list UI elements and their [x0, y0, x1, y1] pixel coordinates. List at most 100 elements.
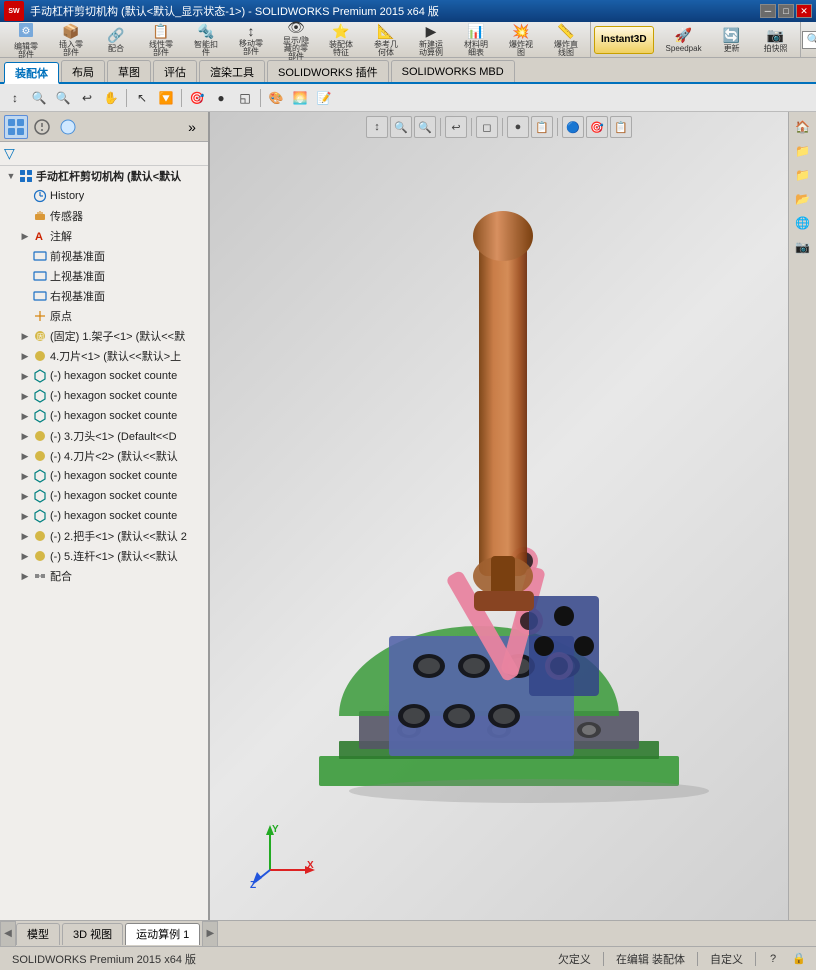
feature-tree-button[interactable] [4, 115, 28, 139]
expand-icon-blade2[interactable]: ▶ [18, 449, 32, 463]
tab-layout[interactable]: 布局 [61, 60, 105, 82]
view-home-button[interactable]: 🏠 [792, 116, 814, 138]
tree-mate[interactable]: ▶ 配合 [0, 566, 208, 586]
tree-frame[interactable]: ▶ 固 (固定) 1.架子<1> (默认<<默 [0, 326, 208, 346]
expand-icon-knife-head[interactable]: ▶ [18, 429, 32, 443]
linear-part-button[interactable]: 📋 线性零部件 [139, 24, 183, 56]
property-button[interactable] [30, 115, 54, 139]
zoom-in-button[interactable]: 🔍 [28, 87, 50, 109]
tree-hex6[interactable]: ▶ (-) hexagon socket counte [0, 506, 208, 526]
tab-solidworks-mbd[interactable]: SOLIDWORKS MBD [391, 60, 515, 82]
tab-render[interactable]: 渲染工具 [199, 60, 265, 82]
status-lock-button[interactable]: 🔒 [790, 950, 808, 968]
annotation-button[interactable]: 📝 [313, 87, 335, 109]
move-part-button[interactable]: ↕ 移动零部件 [229, 24, 273, 56]
zoom-to-fit-button[interactable]: ↕ [4, 87, 26, 109]
reference-geo-button[interactable]: 📐 参考几何体 [364, 24, 408, 56]
tree-hex1[interactable]: ▶ (-) hexagon socket counte [0, 366, 208, 386]
instant3d-button[interactable]: Instant3D [594, 26, 654, 54]
expand-icon-handle[interactable]: ▶ [18, 529, 32, 543]
expand-icon-frame[interactable]: ▶ [18, 329, 32, 343]
view-globe-button[interactable]: 🌐 [792, 212, 814, 234]
tree-top-plane[interactable]: 上视基准面 [0, 266, 208, 286]
rotate-button[interactable]: ↩ [76, 87, 98, 109]
view-orient-button[interactable]: 🎯 [186, 87, 208, 109]
view-folder3-button[interactable]: 📂 [792, 188, 814, 210]
origin-icon [32, 308, 48, 324]
minimize-button[interactable]: ─ [760, 4, 776, 18]
search-bar[interactable]: 🔍 [802, 31, 816, 49]
display-button[interactable]: ● [210, 87, 232, 109]
explode-line-button[interactable]: 📏 爆炸直线图 [544, 24, 588, 56]
expand-icon-hex1[interactable]: ▶ [18, 369, 32, 383]
tab-model[interactable]: 模型 [16, 923, 60, 945]
speedpak-button[interactable]: 🚀 Speedpak [658, 24, 710, 56]
status-help-button[interactable]: ? [764, 950, 782, 968]
expand-icon-blade1[interactable]: ▶ [18, 349, 32, 363]
viewport[interactable]: ↕ 🔍 🔍 ↩ ◻ ● 📋 🔵 🎯 📋 [210, 112, 788, 920]
smart-fastener-button[interactable]: 🔩 智能扣件 [184, 24, 228, 56]
expand-panel-button[interactable]: » [180, 115, 204, 139]
tree-history[interactable]: History [0, 186, 208, 206]
tab-motion1[interactable]: 运动算例 1 [125, 923, 200, 945]
display-hidden-button[interactable]: 👁 显示/隐藏的零部件 [274, 24, 318, 56]
toolbar-separator-1 [126, 89, 127, 107]
expand-icon-annotation[interactable]: ▶ [18, 229, 32, 243]
select-button[interactable]: ↖ [131, 87, 153, 109]
tab-3d-view[interactable]: 3D 视图 [62, 923, 123, 945]
scene-button[interactable]: 🌅 [289, 87, 311, 109]
expand-icon-hex5[interactable]: ▶ [18, 489, 32, 503]
update-button[interactable]: 🔄 更新 [714, 24, 750, 56]
tab-solidworks-plugins[interactable]: SOLIDWORKS 插件 [267, 60, 389, 82]
edit-part-button[interactable]: ⚙ 编辑零部件 [4, 24, 48, 56]
tree-blade2[interactable]: ▶ (-) 4.刀片<2> (默认<<默认 [0, 446, 208, 466]
tree-root[interactable]: ▼ 手动杠杆剪切机构 (默认<默认 [0, 166, 208, 186]
tree-hex2[interactable]: ▶ (-) hexagon socket counte [0, 386, 208, 406]
feature-tree[interactable]: ▼ 手动杠杆剪切机构 (默认<默认 [0, 166, 208, 920]
close-button[interactable]: ✕ [796, 4, 812, 18]
tab-sketch[interactable]: 草图 [107, 60, 151, 82]
tab-bar: 装配体 布局 草图 评估 渲染工具 SOLIDWORKS 插件 SOLIDWOR… [0, 58, 816, 84]
zoom-out-button[interactable]: 🔍 [52, 87, 74, 109]
assembly-feature-button[interactable]: ⭐ 装配体特征 [319, 24, 363, 56]
tree-origin[interactable]: 原点 [0, 306, 208, 326]
scroll-left-button[interactable]: ◀ [0, 921, 16, 947]
view-folder2-button[interactable]: 📁 [792, 164, 814, 186]
view-camera-button[interactable]: 📷 [792, 236, 814, 258]
config-button[interactable] [56, 115, 80, 139]
tree-sensor[interactable]: 传感器 [0, 206, 208, 226]
tree-hex5[interactable]: ▶ (-) hexagon socket counte [0, 486, 208, 506]
filter-button[interactable]: 🔽 [155, 87, 177, 109]
tab-assembly[interactable]: 装配体 [4, 62, 59, 84]
tree-handle[interactable]: ▶ (-) 2.把手<1> (默认<<默认 2 [0, 526, 208, 546]
new-motion-button[interactable]: ▶ 新建运动算例 [409, 24, 453, 56]
expand-icon-hex4[interactable]: ▶ [18, 469, 32, 483]
tree-blade1[interactable]: ▶ 4.刀片<1> (默认<<默认>上 [0, 346, 208, 366]
tree-right-plane[interactable]: 右视基准面 [0, 286, 208, 306]
explode-view-button[interactable]: 💥 爆炸视图 [499, 24, 543, 56]
tree-annotation[interactable]: ▶ A 注解 [0, 226, 208, 246]
tree-knife-head[interactable]: ▶ (-) 3.刀头<1> (Default<<D [0, 426, 208, 446]
expand-icon[interactable]: ▼ [4, 169, 18, 183]
maximize-button[interactable]: □ [778, 4, 794, 18]
tab-evaluate[interactable]: 评估 [153, 60, 197, 82]
tree-front-plane[interactable]: 前视基准面 [0, 246, 208, 266]
tree-hex4[interactable]: ▶ (-) hexagon socket counte [0, 466, 208, 486]
view-folder1-button[interactable]: 📁 [792, 140, 814, 162]
expand-icon-hex3[interactable]: ▶ [18, 409, 32, 423]
render-tool-button[interactable]: 🎨 [265, 87, 287, 109]
scroll-right-button[interactable]: ▶ [202, 921, 218, 947]
assembly-button[interactable]: 🔗 配合 [94, 24, 138, 56]
expand-icon-link[interactable]: ▶ [18, 549, 32, 563]
expand-icon-hex6[interactable]: ▶ [18, 509, 32, 523]
snapshot-button[interactable]: 📷 拍快照 [754, 24, 798, 56]
tree-link[interactable]: ▶ (-) 5.连杆<1> (默认<<默认 [0, 546, 208, 566]
pan-button[interactable]: ✋ [100, 87, 122, 109]
materials-button[interactable]: 📊 材料明细表 [454, 24, 498, 56]
tree-hex3[interactable]: ▶ (-) hexagon socket counte [0, 406, 208, 426]
hex4-label: (-) hexagon socket counte [50, 470, 177, 482]
expand-icon-hex2[interactable]: ▶ [18, 389, 32, 403]
expand-icon-mate[interactable]: ▶ [18, 569, 32, 583]
insert-part-button[interactable]: 📦 插入零部件 [49, 24, 93, 56]
section-view-button[interactable]: ◱ [234, 87, 256, 109]
